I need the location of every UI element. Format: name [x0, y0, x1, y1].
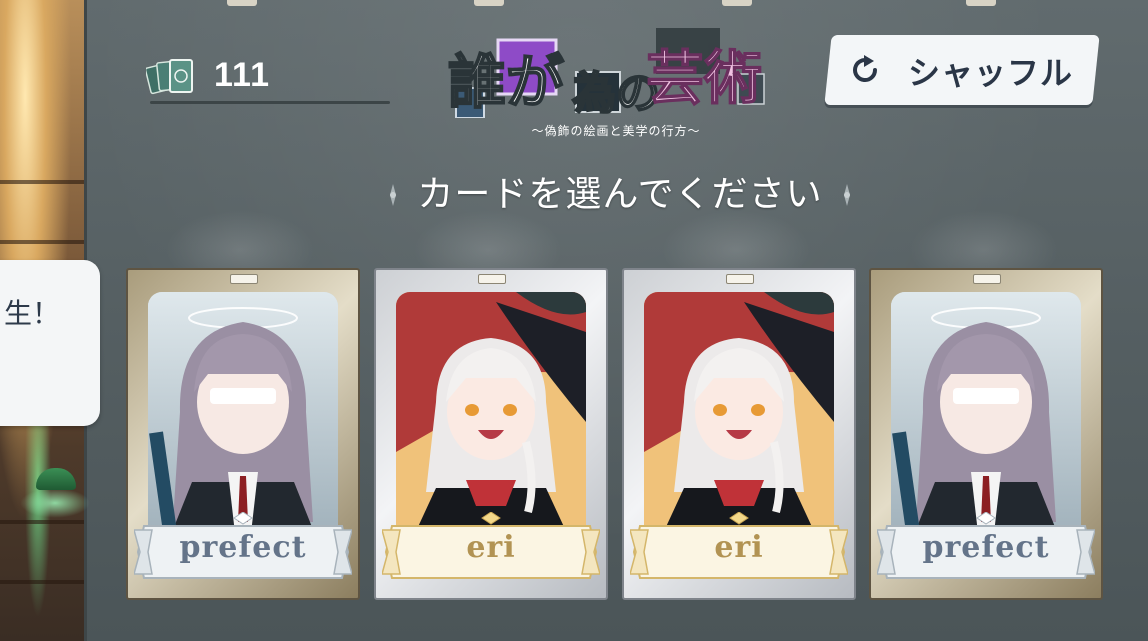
- card-portrait: [891, 292, 1081, 542]
- card-deck-icon: [146, 59, 193, 95]
- top-peg: [227, 0, 257, 6]
- card-frame-tab: [230, 274, 258, 284]
- deck-counter: 111: [146, 52, 390, 106]
- top-peg: [722, 0, 752, 6]
- card-frame-tab: [973, 274, 1001, 284]
- card-label: eri: [466, 530, 516, 565]
- logo-artwork: 誰が 為の 芸術: [447, 28, 765, 118]
- card-eri[interactable]: eri: [374, 268, 608, 600]
- card-label: prefect: [179, 530, 307, 565]
- ornament-icon: [844, 184, 850, 206]
- top-peg: [966, 0, 996, 6]
- deck-count: 111: [214, 56, 270, 94]
- instruction-text: カードを選んでください: [417, 174, 823, 215]
- card-portrait: [644, 292, 834, 542]
- card-frame-tab: [478, 274, 506, 284]
- card-frame-tab: [726, 274, 754, 284]
- event-logo: 誰が 為の 芸術 〜偽飾の絵画と美学の行方〜: [446, 28, 778, 144]
- card-portrait: [396, 292, 586, 542]
- speech-bubble-text: 生！: [4, 297, 61, 330]
- refresh-icon: [853, 55, 878, 83]
- card-label: prefect: [922, 530, 1050, 565]
- card-label: eri: [714, 530, 764, 565]
- shuffle-button[interactable]: シャッフル: [824, 35, 1100, 105]
- card-eri[interactable]: eri: [622, 268, 856, 600]
- lamp-icon: [36, 468, 76, 490]
- divider: [150, 101, 390, 104]
- card-portrait: [148, 292, 338, 542]
- logo-subtitle: 〜偽飾の絵画と美学の行方〜: [531, 124, 701, 138]
- card-prefect[interactable]: prefect: [869, 268, 1103, 600]
- shuffle-button-label: シャッフル: [908, 54, 1074, 92]
- speech-bubble: 生！: [0, 260, 100, 426]
- svg-text:芸術: 芸術: [646, 44, 762, 112]
- top-peg: [474, 0, 504, 6]
- instruction-banner: カードを選んでください: [380, 170, 860, 220]
- card-prefect[interactable]: prefect: [126, 268, 360, 600]
- ornament-icon: [390, 184, 396, 206]
- svg-text:誰が: 誰が: [448, 48, 564, 116]
